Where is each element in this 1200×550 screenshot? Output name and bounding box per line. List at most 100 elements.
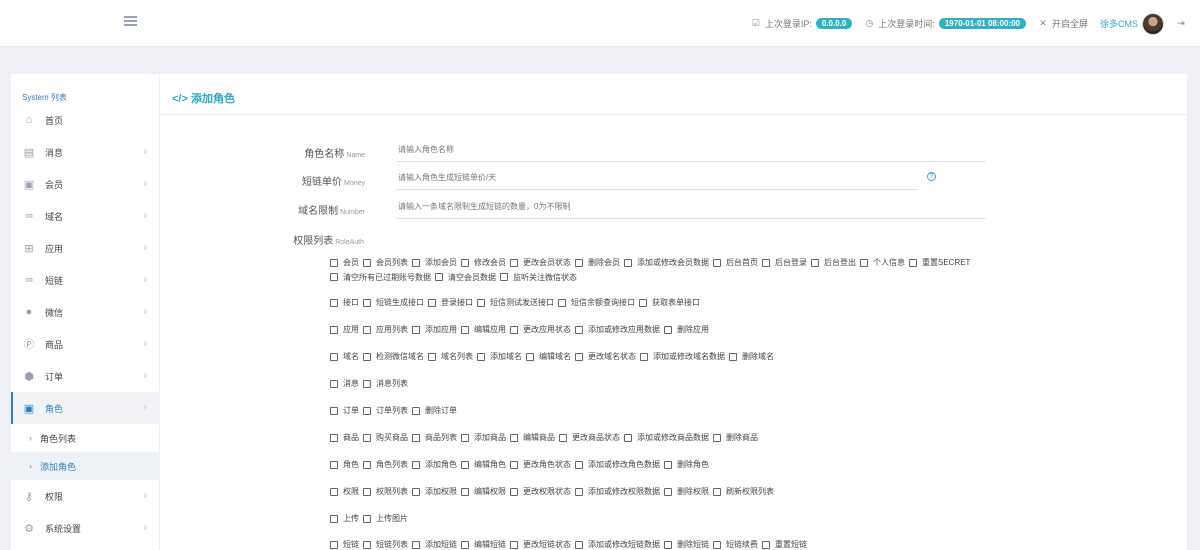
checkbox-icon[interactable] — [510, 540, 518, 549]
permission-checkbox[interactable]: 会员列表 — [363, 256, 408, 269]
permission-checkbox[interactable]: 检测微信域名 — [363, 350, 424, 363]
permission-checkbox[interactable]: 删除权限 — [664, 485, 709, 498]
help-icon[interactable]: ? — [927, 172, 936, 181]
permission-checkbox[interactable]: 监听关注微信状态 — [500, 271, 577, 284]
role-money-input[interactable] — [397, 166, 918, 190]
permission-checkbox[interactable]: 更改短链状态 — [510, 538, 571, 550]
checkbox-icon[interactable] — [330, 325, 338, 334]
checkbox-icon[interactable] — [811, 258, 819, 267]
permission-checkbox[interactable]: 编辑域名 — [526, 350, 571, 363]
sidebar-item-shortlink[interactable]: ∞ 短链 › — [11, 264, 159, 296]
permission-checkbox[interactable]: 添加或修改商品数据 — [624, 431, 709, 444]
permission-checkbox[interactable]: 短链列表 — [363, 538, 408, 550]
sidebar-item-permission[interactable]: ⚷ 权限 › — [11, 480, 159, 512]
permission-checkbox[interactable]: 添加或修改域名数据 — [640, 350, 725, 363]
permission-checkbox[interactable]: 权限 — [330, 485, 359, 498]
permission-checkbox[interactable]: 重置SECRET — [909, 256, 970, 269]
checkbox-icon[interactable] — [461, 325, 469, 334]
checkbox-icon[interactable] — [909, 258, 917, 267]
checkbox-icon[interactable] — [510, 487, 518, 496]
permission-checkbox[interactable]: 域名列表 — [428, 350, 473, 363]
checkbox-icon[interactable] — [330, 379, 338, 388]
checkbox-icon[interactable] — [664, 460, 672, 469]
permission-checkbox[interactable]: 刷新权限列表 — [713, 485, 774, 498]
checkbox-icon[interactable] — [412, 406, 420, 415]
permission-checkbox[interactable]: 获取表单接口 — [639, 296, 700, 309]
checkbox-icon[interactable] — [762, 540, 770, 549]
permission-checkbox[interactable]: 更改应用状态 — [510, 323, 571, 336]
permission-checkbox[interactable]: 上传图片 — [363, 512, 408, 525]
checkbox-icon[interactable] — [330, 298, 338, 307]
sidebar-item-app[interactable]: ⊞ 应用 › — [11, 232, 159, 264]
role-name-input[interactable] — [397, 138, 986, 162]
domain-limit-input[interactable] — [397, 195, 986, 219]
checkbox-icon[interactable] — [664, 487, 672, 496]
permission-checkbox[interactable]: 更改角色状态 — [510, 458, 571, 471]
permission-checkbox[interactable]: 更改商品状态 — [559, 431, 620, 444]
permission-checkbox[interactable]: 更改权限状态 — [510, 485, 571, 498]
permission-checkbox[interactable]: 订单 — [330, 404, 359, 417]
checkbox-icon[interactable] — [526, 352, 534, 361]
checkbox-icon[interactable] — [363, 487, 371, 496]
permission-checkbox[interactable]: 编辑权限 — [461, 485, 506, 498]
permission-checkbox[interactable]: 会员 — [330, 256, 359, 269]
permission-checkbox[interactable]: 短链 — [330, 538, 359, 550]
permission-checkbox[interactable]: 添加或修改会员数据 — [624, 256, 709, 269]
checkbox-icon[interactable] — [428, 352, 436, 361]
checkbox-icon[interactable] — [330, 540, 338, 549]
permission-checkbox[interactable]: 消息 — [330, 377, 359, 390]
checkbox-icon[interactable] — [412, 325, 420, 334]
permission-checkbox[interactable]: 重置短链 — [762, 538, 807, 550]
checkbox-icon[interactable] — [477, 352, 485, 361]
checkbox-icon[interactable] — [461, 460, 469, 469]
sidebar-item-product[interactable]: Ⓟ 商品 › — [11, 328, 159, 360]
checkbox-icon[interactable] — [510, 325, 518, 334]
checkbox-icon[interactable] — [330, 406, 338, 415]
checkbox-icon[interactable] — [412, 433, 420, 442]
permission-checkbox[interactable]: 编辑短链 — [461, 538, 506, 550]
checkbox-icon[interactable] — [729, 352, 737, 361]
checkbox-icon[interactable] — [510, 433, 518, 442]
permission-checkbox[interactable]: 删除商品 — [713, 431, 758, 444]
permission-checkbox[interactable]: 接口 — [330, 296, 359, 309]
checkbox-icon[interactable] — [640, 352, 648, 361]
checkbox-icon[interactable] — [713, 258, 721, 267]
permission-checkbox[interactable]: 清空所有已过期账号数据 — [330, 271, 431, 284]
checkbox-icon[interactable] — [363, 406, 371, 415]
permission-checkbox[interactable]: 订单列表 — [363, 404, 408, 417]
checkbox-icon[interactable] — [713, 487, 721, 496]
permission-checkbox[interactable]: 登录接口 — [428, 296, 473, 309]
permission-checkbox[interactable]: 编辑应用 — [461, 323, 506, 336]
checkbox-icon[interactable] — [428, 298, 436, 307]
permission-checkbox[interactable]: 更改会员状态 — [510, 256, 571, 269]
checkbox-icon[interactable] — [363, 379, 371, 388]
sidebar-item-settings[interactable]: ⚙ 系统设置 › — [11, 512, 159, 544]
permission-checkbox[interactable]: 删除角色 — [664, 458, 709, 471]
checkbox-icon[interactable] — [575, 487, 583, 496]
checkbox-icon[interactable] — [500, 273, 508, 281]
permission-checkbox[interactable]: 商品列表 — [412, 431, 457, 444]
permission-checkbox[interactable]: 个人信息 — [860, 256, 905, 269]
permission-checkbox[interactable]: 添加应用 — [412, 323, 457, 336]
checkbox-icon[interactable] — [477, 298, 485, 307]
sidebar-item-role[interactable]: ▣ 角色 › — [11, 392, 159, 424]
permission-checkbox[interactable]: 短链生成接口 — [363, 296, 424, 309]
permission-checkbox[interactable]: 应用列表 — [363, 323, 408, 336]
brand-link[interactable]: 徐多CMS — [1100, 17, 1138, 30]
menu-toggle-icon[interactable] — [124, 16, 137, 29]
sidebar-item-message[interactable]: ▤ 消息 › — [11, 136, 159, 168]
checkbox-icon[interactable] — [330, 273, 338, 281]
checkbox-icon[interactable] — [363, 258, 371, 267]
sidebar-subitem-add-role[interactable]: › 添加角色 — [11, 452, 159, 480]
permission-checkbox[interactable]: 消息列表 — [363, 377, 408, 390]
checkbox-icon[interactable] — [412, 540, 420, 549]
checkbox-icon[interactable] — [461, 540, 469, 549]
fullscreen-button[interactable]: ✕ 开启全屏 — [1038, 17, 1088, 30]
permission-checkbox[interactable]: 删除订单 — [412, 404, 457, 417]
checkbox-icon[interactable] — [559, 433, 567, 442]
permission-checkbox[interactable]: 短信测试发送接口 — [477, 296, 554, 309]
checkbox-icon[interactable] — [624, 433, 632, 442]
permission-checkbox[interactable]: 删除应用 — [664, 323, 709, 336]
permission-checkbox[interactable]: 域名 — [330, 350, 359, 363]
permission-checkbox[interactable]: 清空会员数据 — [435, 271, 496, 284]
